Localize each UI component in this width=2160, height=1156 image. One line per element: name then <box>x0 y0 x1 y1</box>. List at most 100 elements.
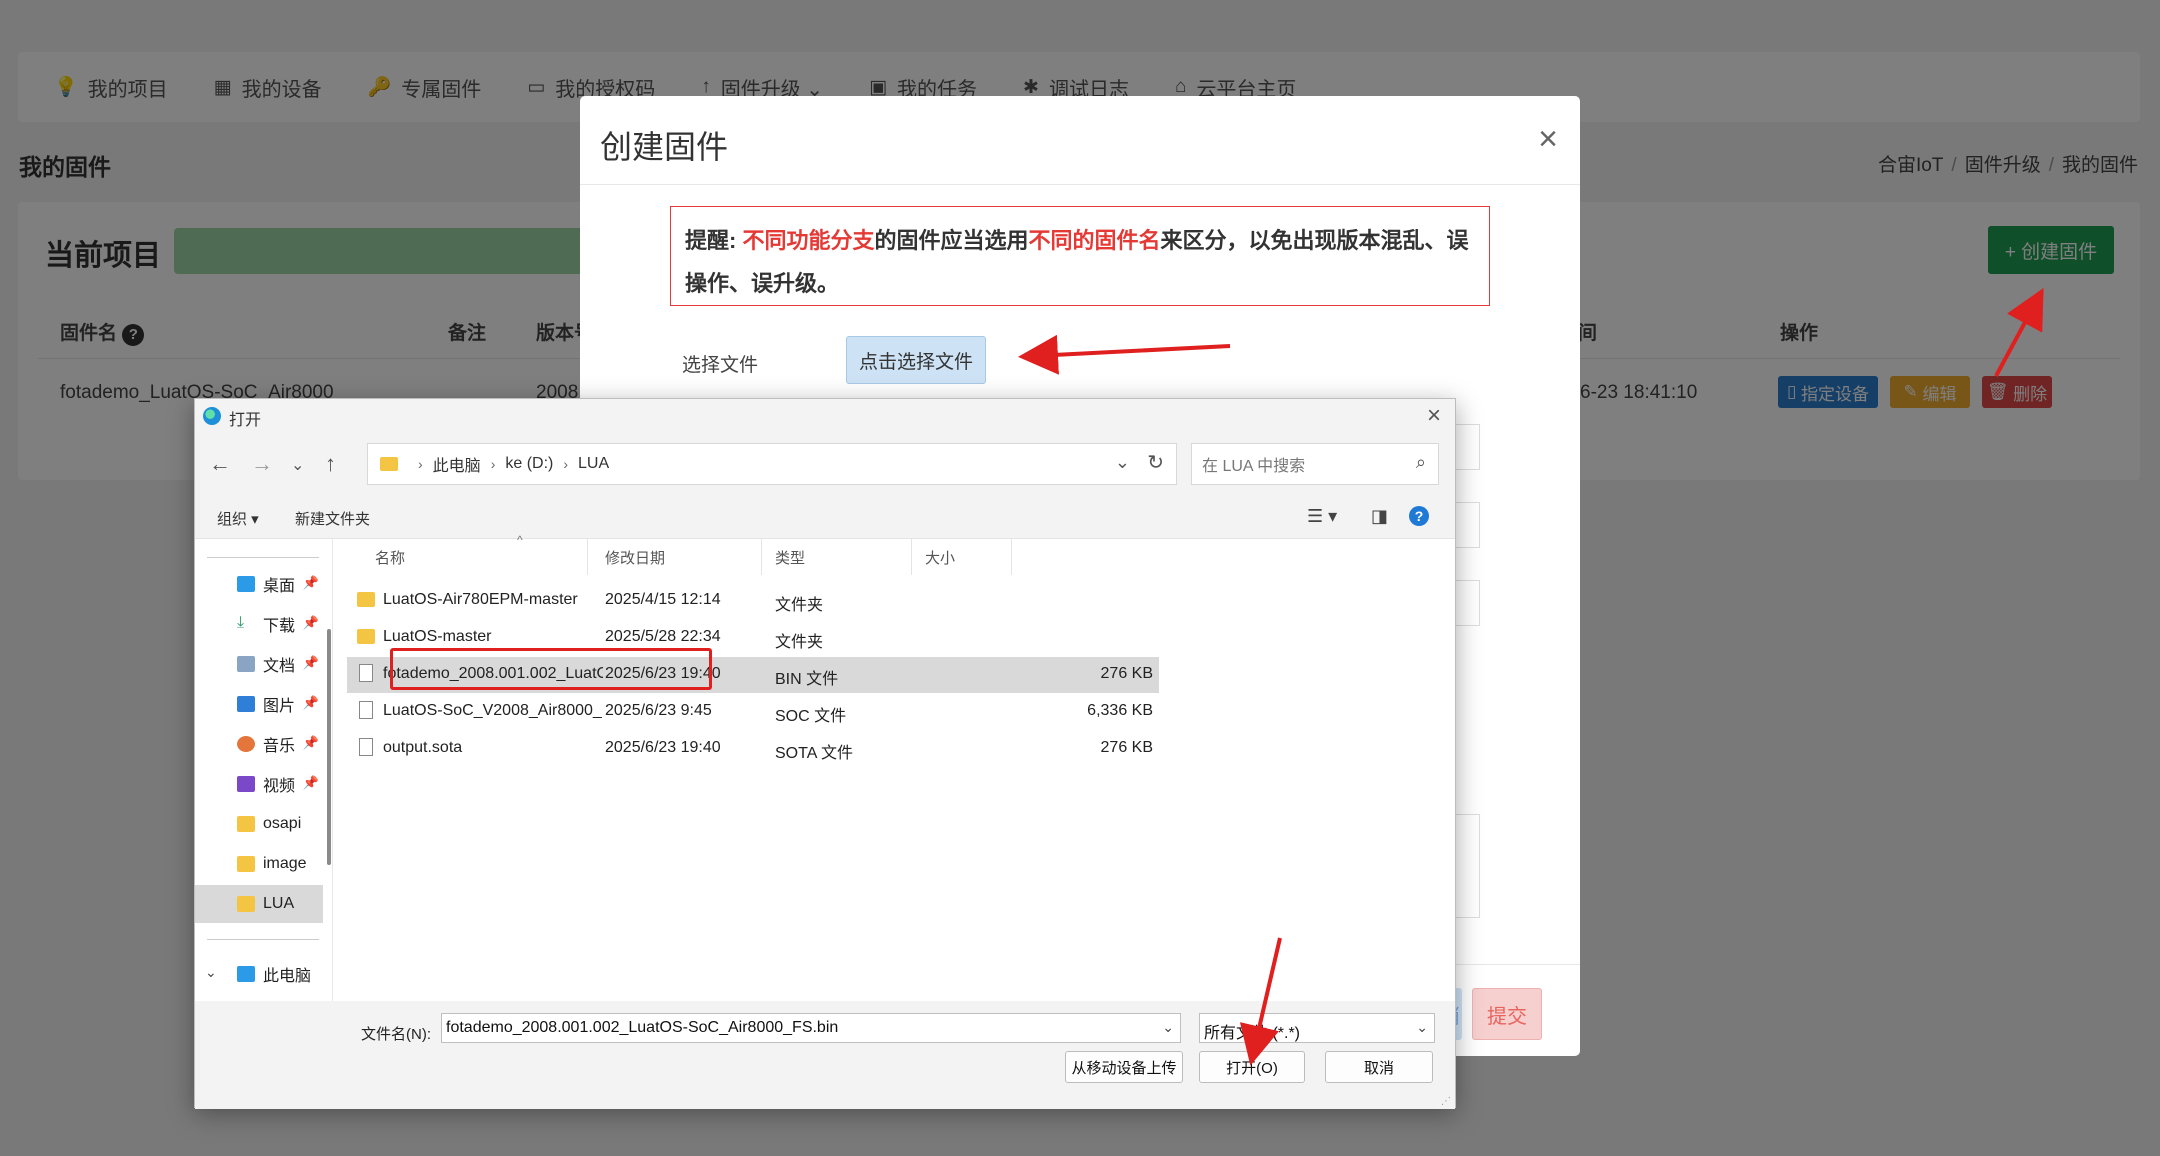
folder-icon <box>237 896 255 912</box>
computer-icon <box>237 966 255 982</box>
chevron-down-icon[interactable]: ⌄ <box>1416 1019 1428 1036</box>
nav-scrollbar[interactable] <box>327 629 331 865</box>
file-date: 2025/6/23 19:40 <box>605 739 721 756</box>
file-type: 文件夹 <box>775 634 824 651</box>
file-open-dialog: 打开 × ← → ⌄ ↑ › 此电脑 › ke (D:) › LUA ⌄ ↻ 在… <box>194 398 1456 1109</box>
chevron-down-icon[interactable]: ⌄ <box>205 964 217 981</box>
refresh-icon[interactable]: ↻ <box>1147 450 1164 475</box>
command-bar: 组织 ▾ 新建文件夹 ☰ ▾ ◨ ? <box>195 495 1455 539</box>
file-type: SOC 文件 <box>775 708 847 725</box>
resize-grip-icon[interactable]: ⋰ <box>1441 1096 1451 1107</box>
file-row[interactable]: LuatOS-Air780EPM-master 2025/4/15 12:14 … <box>347 583 1159 619</box>
column-separator <box>1011 539 1012 575</box>
nav-item-downloads[interactable]: ⤓ 下载 📌 <box>195 605 323 643</box>
column-separator <box>587 539 588 575</box>
nav-item-music[interactable]: 音乐 📌 <box>195 725 323 763</box>
nav-item-label: 此电脑 <box>263 968 312 985</box>
file-date: 2025/6/23 9:45 <box>605 702 712 719</box>
pin-icon: 📌 <box>302 575 319 590</box>
modal-title: 创建固件 <box>600 129 729 165</box>
nav-item-label: 图片 <box>263 698 296 715</box>
divider <box>207 557 319 558</box>
help-icon[interactable]: ? <box>1409 506 1429 526</box>
chevron-right-icon: › <box>563 456 569 472</box>
nav-item-image[interactable]: image <box>195 845 323 883</box>
column-type[interactable]: 类型 <box>775 547 805 568</box>
warning-text: 的固件应当选用 <box>874 228 1029 253</box>
organize-menu[interactable]: 组织 ▾ <box>217 508 259 529</box>
sort-up-icon: ^ <box>517 533 523 547</box>
new-folder-button[interactable]: 新建文件夹 <box>295 508 370 529</box>
download-icon: ⤓ <box>237 615 255 632</box>
folder-icon <box>357 629 375 644</box>
videos-icon <box>237 776 255 792</box>
pin-icon: 📌 <box>302 775 319 790</box>
warning-notice: 提醒: 不同功能分支的固件应当选用不同的固件名来区分，以免出现版本混乱、误操作、… <box>670 206 1490 306</box>
chevron-down-icon[interactable]: ⌄ <box>1115 452 1130 473</box>
file-date: 2025/4/15 12:14 <box>605 591 721 608</box>
nav-item-videos[interactable]: 视频 📌 <box>195 765 323 803</box>
filename-value: fotademo_2008.001.002_LuatOS-SoC_Air8000… <box>446 1019 839 1036</box>
nav-item-osapi[interactable]: osapi <box>195 805 323 843</box>
file-size: 6,336 KB <box>1087 702 1153 719</box>
pictures-icon <box>237 696 255 712</box>
file-date: 2025/5/28 22:34 <box>605 628 721 645</box>
nav-item-label: 文档 <box>263 658 296 675</box>
file-icon <box>359 738 373 756</box>
view-menu-icon[interactable]: ☰ ▾ <box>1307 506 1337 527</box>
up-arrow-icon[interactable]: ↑ <box>325 451 336 477</box>
upload-from-mobile-button[interactable]: 从移动设备上传 <box>1065 1051 1183 1083</box>
file-size: 276 KB <box>1100 665 1153 682</box>
nav-item-label: 桌面 <box>263 578 296 595</box>
file-name: output.sota <box>383 739 463 756</box>
pin-icon: 📌 <box>302 615 319 630</box>
file-size: 276 KB <box>1100 739 1153 756</box>
chevron-right-icon: › <box>418 456 423 472</box>
divider <box>207 939 319 940</box>
nav-item-lua[interactable]: LUA <box>195 885 323 923</box>
file-row[interactable]: output.sota 2025/6/23 19:40 SOTA 文件 276 … <box>347 731 1159 767</box>
browser-icon <box>203 407 221 425</box>
recent-chevron-icon[interactable]: ⌄ <box>291 455 304 475</box>
dialog-title: 打开 <box>229 412 262 429</box>
search-input[interactable]: 在 LUA 中搜索 ⌕ <box>1191 443 1439 485</box>
nav-item-documents[interactable]: 文档 📌 <box>195 645 323 683</box>
select-file-button[interactable]: 点击选择文件 <box>846 336 986 384</box>
filetype-value: 所有文件 (*.*) <box>1204 1025 1301 1042</box>
nav-item-pictures[interactable]: 图片 📌 <box>195 685 323 723</box>
nav-item-desktop[interactable]: 桌面 📌 <box>195 565 323 603</box>
file-type: SOTA 文件 <box>775 745 853 762</box>
column-date[interactable]: 修改日期 <box>605 547 665 568</box>
folder-icon <box>380 457 398 471</box>
file-name: LuatOS-SoC_V2008_Air8000_FS_062... <box>383 702 603 719</box>
preview-pane-icon[interactable]: ◨ <box>1371 506 1388 527</box>
back-arrow-icon[interactable]: ← <box>209 451 231 477</box>
pin-icon: 📌 <box>302 735 319 750</box>
close-icon[interactable]: × <box>1427 402 1441 430</box>
address-segment[interactable]: 此电脑 <box>433 452 481 476</box>
dialog-cancel-button[interactable]: 取消 <box>1325 1051 1433 1083</box>
navigation-pane: 桌面 📌 ⤓ 下载 📌 文档 📌 图片 📌 音乐 📌 视频 📌 osapi image LUA… <box>195 539 333 1001</box>
file-row[interactable]: LuatOS-SoC_V2008_Air8000_FS_062... 2025/… <box>347 694 1159 730</box>
desktop-icon <box>237 576 255 592</box>
file-list: ^ 名称 修改日期 类型 大小 LuatOS-Air780EPM-master … <box>335 533 1455 1001</box>
submit-button[interactable]: 提交 <box>1472 988 1542 1040</box>
file-icon <box>359 701 373 719</box>
filename-input[interactable]: fotademo_2008.001.002_LuatOS-SoC_Air8000… <box>441 1013 1181 1043</box>
address-segment[interactable]: LUA <box>578 455 609 473</box>
chevron-down-icon[interactable]: ⌄ <box>1162 1019 1174 1036</box>
forward-arrow-icon[interactable]: → <box>251 451 273 477</box>
nav-item-this-pc[interactable]: ⌄ 此电脑 <box>195 955 323 993</box>
warning-prefix: 提醒: <box>685 228 743 253</box>
column-name[interactable]: 名称 <box>375 547 405 568</box>
warning-highlight: 不同功能分支 <box>742 228 875 253</box>
column-size[interactable]: 大小 <box>925 547 955 568</box>
address-segment[interactable]: ke (D:) <box>505 455 553 473</box>
close-icon[interactable]: × <box>1538 120 1558 159</box>
address-bar[interactable]: › 此电脑 › ke (D:) › LUA ⌄ ↻ <box>367 443 1177 485</box>
filetype-select[interactable]: 所有文件 (*.*) ⌄ <box>1199 1013 1435 1043</box>
search-icon: ⌕ <box>1415 452 1426 472</box>
open-button[interactable]: 打开(O) <box>1199 1051 1305 1083</box>
nav-item-label: 视频 <box>263 778 296 795</box>
folder-icon <box>237 856 255 872</box>
